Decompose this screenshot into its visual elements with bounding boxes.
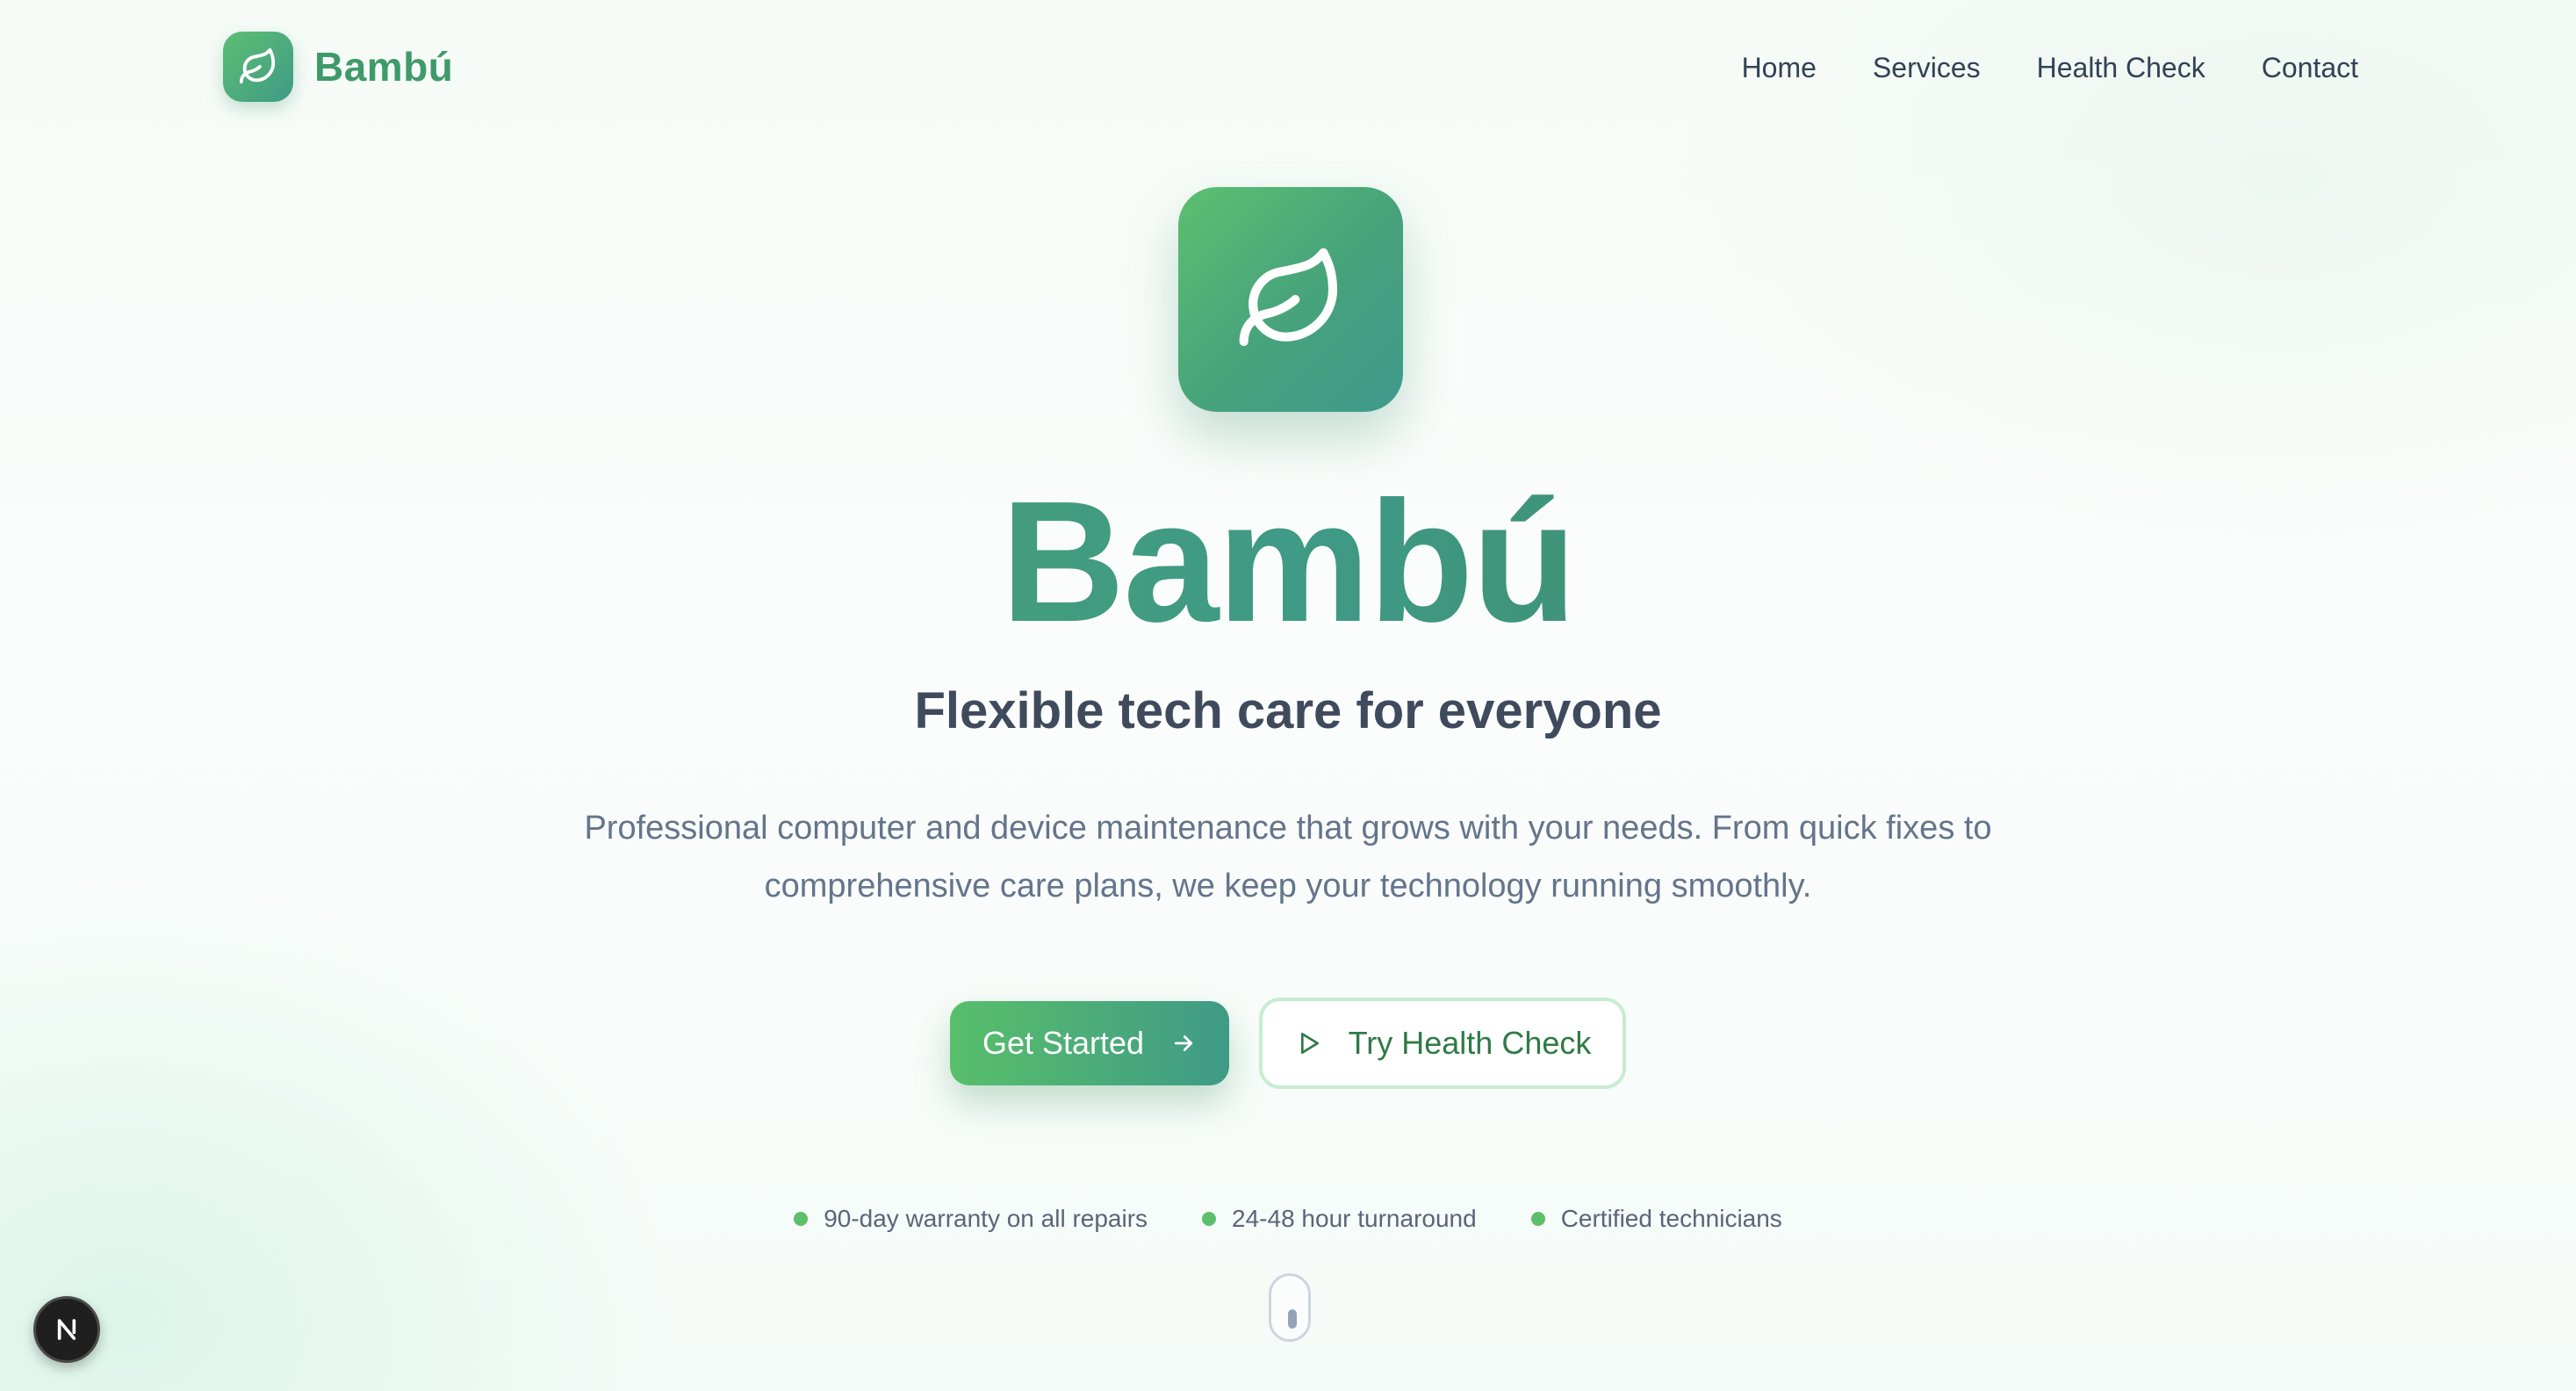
feature-item: Certified technicians (1530, 1200, 1782, 1238)
nav-home[interactable]: Home (1742, 52, 1817, 84)
nav-contact[interactable]: Contact (2262, 52, 2358, 84)
feature-label: 24-48 hour turnaround (1232, 1205, 1477, 1232)
hero-leaf-icon (1178, 187, 1403, 412)
feature-list: 90-day warranty on all repairs 24-48 hou… (0, 1200, 2576, 1238)
hero-title: Bambú (0, 465, 2576, 659)
play-icon (1294, 1029, 1322, 1057)
hero-subtitle: Flexible tech care for everyone (914, 682, 1662, 739)
scroll-mouse-icon[interactable] (1269, 1273, 1311, 1342)
feature-label: 90-day warranty on all repairs (824, 1205, 1148, 1232)
try-health-check-button[interactable]: Try Health Check (1259, 998, 1626, 1089)
leaf-icon (223, 32, 293, 102)
feature-item: 90-day warranty on all repairs (794, 1200, 1148, 1238)
get-started-label: Get Started (982, 1025, 1145, 1061)
arrow-right-icon (1170, 1030, 1197, 1056)
main-nav: Home Services Health Check Contact (1742, 46, 2358, 90)
scroll-wheel (1288, 1309, 1297, 1329)
bullet-dot-icon (1530, 1212, 1545, 1226)
hero-description: Professional computer and device mainten… (584, 810, 1992, 905)
brand-name: Bambú (314, 44, 454, 90)
nav-health-check[interactable]: Health Check (2037, 52, 2205, 84)
nextjs-icon[interactable] (33, 1296, 100, 1363)
nav-services[interactable]: Services (1873, 52, 1981, 84)
bullet-dot-icon (794, 1212, 809, 1226)
brand-logo[interactable]: Bambú (223, 32, 453, 102)
bullet-dot-icon (1202, 1212, 1217, 1226)
feature-label: Certified technicians (1560, 1205, 1782, 1232)
get-started-button[interactable]: Get Started (950, 1001, 1229, 1085)
feature-item: 24-48 hour turnaround (1202, 1200, 1477, 1238)
cta-row: Get Started Try Health Check (0, 998, 2576, 1089)
site-header: Bambú Home Services Health Check Contact (0, 0, 2576, 135)
try-health-check-label: Try Health Check (1348, 1025, 1592, 1061)
